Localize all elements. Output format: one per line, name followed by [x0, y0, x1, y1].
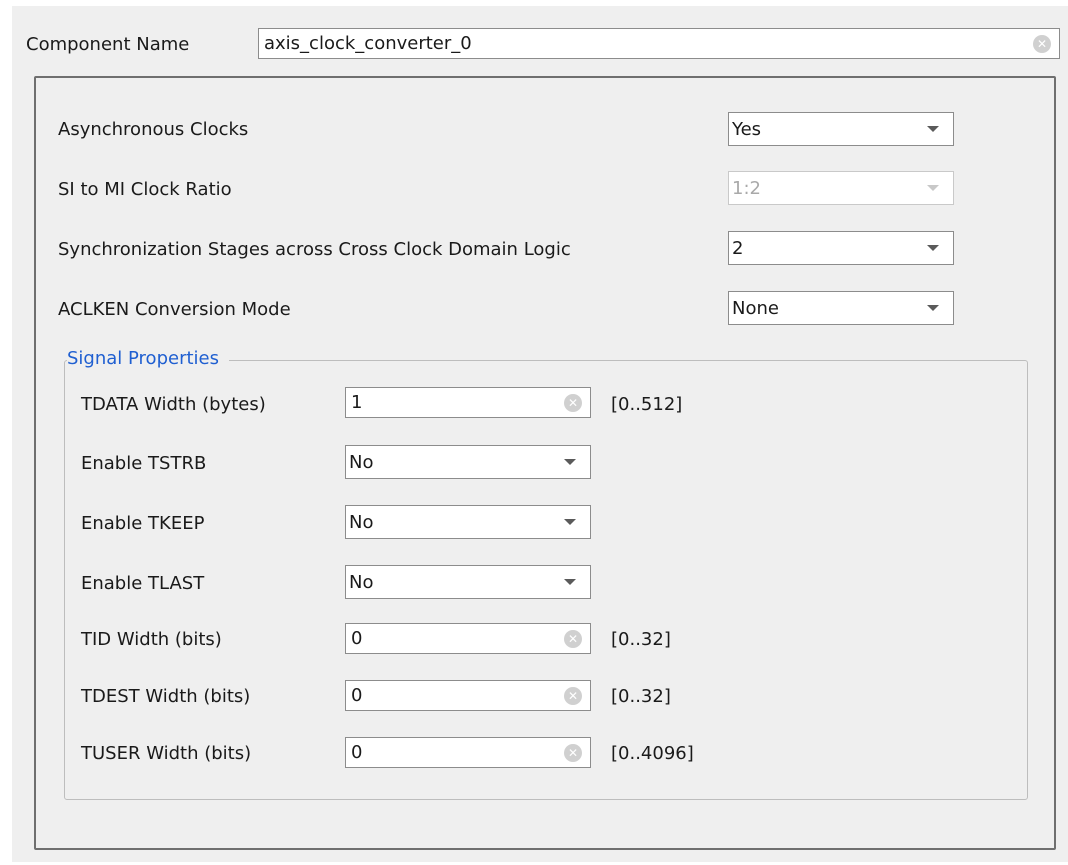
component-name-row: Component Name: [26, 28, 189, 60]
tdata-width-label: TDATA Width (bytes): [81, 394, 266, 415]
clock-ratio-label: SI to MI Clock Ratio: [58, 179, 232, 200]
configuration-panel: Asynchronous Clocks Yes SI to MI Clock R…: [34, 76, 1056, 850]
caret-down-icon: [927, 245, 939, 251]
enable-tkeep-dropdown[interactable]: No: [345, 505, 591, 539]
signal-properties-title: Signal Properties: [67, 348, 229, 369]
tdest-width-range: [0..32]: [611, 686, 671, 707]
tuser-width-value: 0: [351, 742, 363, 763]
tdest-width-field[interactable]: 0 ✕: [345, 680, 591, 711]
clock-ratio-dropdown: 1:2: [728, 171, 954, 205]
caret-down-icon: [564, 579, 576, 585]
component-name-field[interactable]: axis_clock_converter_0 ✕: [258, 28, 1060, 59]
sync-stages-value: 2: [732, 237, 744, 259]
clear-icon[interactable]: ✕: [564, 743, 582, 762]
clear-icon[interactable]: ✕: [564, 393, 582, 412]
enable-tstrb-dropdown[interactable]: No: [345, 445, 591, 479]
caret-down-icon: [927, 185, 939, 191]
tdata-width-range: [0..512]: [611, 394, 683, 415]
aclken-mode-label: ACLKEN Conversion Mode: [58, 299, 291, 320]
tuser-width-field[interactable]: 0 ✕: [345, 737, 591, 768]
component-name-value: axis_clock_converter_0: [264, 33, 472, 54]
tid-width-value: 0: [351, 628, 363, 649]
asynchronous-clocks-value: Yes: [732, 118, 762, 140]
sync-stages-dropdown[interactable]: 2: [728, 231, 954, 265]
enable-tkeep-label: Enable TKEEP: [81, 513, 205, 534]
enable-tlast-label: Enable TLAST: [81, 573, 205, 594]
clock-ratio-value: 1:2: [732, 177, 761, 199]
tdata-width-field[interactable]: 1 ✕: [345, 387, 591, 418]
caret-down-icon: [927, 305, 939, 311]
ip-customization-page: Component Name axis_clock_converter_0 ✕ …: [12, 6, 1068, 862]
aclken-mode-dropdown[interactable]: None: [728, 291, 954, 325]
tid-width-field[interactable]: 0 ✕: [345, 623, 591, 654]
tdest-width-label: TDEST Width (bits): [81, 686, 251, 707]
tuser-width-range: [0..4096]: [611, 743, 694, 764]
clear-icon[interactable]: ✕: [564, 686, 582, 705]
tuser-width-label: TUSER Width (bits): [81, 743, 252, 764]
enable-tkeep-value: No: [349, 511, 374, 533]
component-name-label: Component Name: [26, 33, 190, 55]
tdata-width-value: 1: [351, 392, 363, 413]
signal-properties-group: Signal Properties TDATA Width (bytes) 1 …: [64, 348, 1028, 800]
clear-icon[interactable]: ✕: [1033, 34, 1051, 53]
tdest-width-value: 0: [351, 685, 363, 706]
caret-down-icon: [564, 459, 576, 465]
aclken-mode-value: None: [732, 297, 779, 319]
tid-width-range: [0..32]: [611, 629, 671, 650]
enable-tstrb-label: Enable TSTRB: [81, 453, 207, 474]
enable-tstrb-value: No: [349, 451, 374, 473]
caret-down-icon: [927, 126, 939, 132]
enable-tlast-dropdown[interactable]: No: [345, 565, 591, 599]
enable-tlast-value: No: [349, 571, 374, 593]
sync-stages-label: Synchronization Stages across Cross Cloc…: [58, 239, 571, 260]
asynchronous-clocks-label: Asynchronous Clocks: [58, 119, 249, 140]
asynchronous-clocks-dropdown[interactable]: Yes: [728, 112, 954, 146]
clear-icon[interactable]: ✕: [564, 629, 582, 648]
tid-width-label: TID Width (bits): [81, 629, 222, 650]
caret-down-icon: [564, 519, 576, 525]
